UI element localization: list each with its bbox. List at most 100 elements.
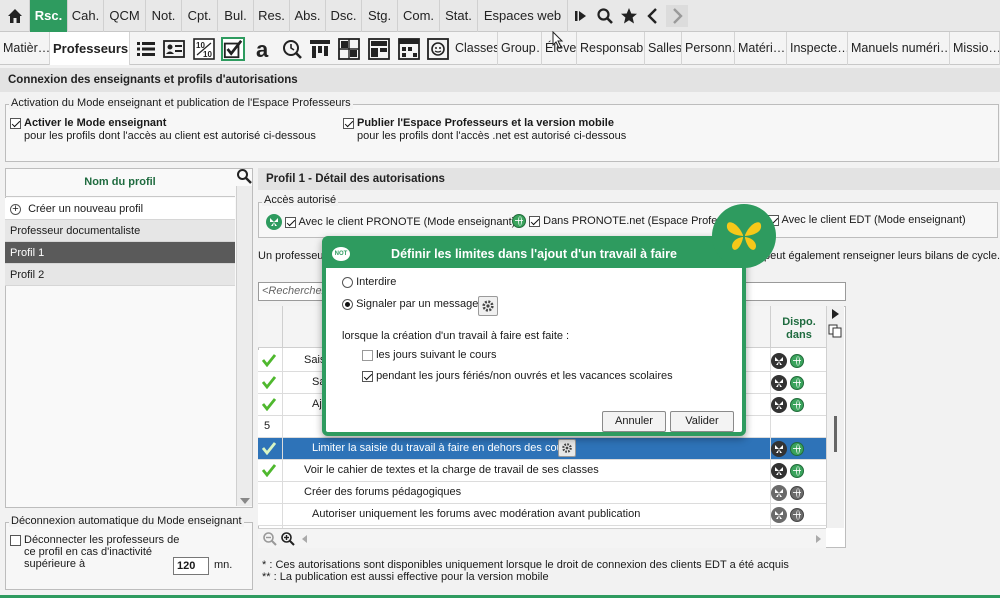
signal-radio[interactable] — [342, 298, 353, 310]
scroll-thumb[interactable] — [834, 416, 837, 452]
tab-salles[interactable]: Salles — [645, 32, 682, 65]
column-divider — [770, 348, 771, 528]
signal-option[interactable]: Signaler par un message — [342, 298, 478, 310]
holidays-checkbox[interactable] — [362, 370, 373, 382]
info-text-left: Un professeur — [258, 250, 328, 262]
tab-inspecteurs[interactable]: Inspecte… — [787, 32, 848, 65]
clock-search-icon[interactable] — [280, 37, 304, 61]
publish-space-checkbox[interactable] — [343, 118, 354, 129]
tab-materiels[interactable]: Matéri… — [735, 32, 787, 65]
dispo-cell — [771, 396, 813, 414]
svg-text:a: a — [256, 38, 269, 60]
tab-manuels-numeriques[interactable]: Manuels numéri… — [848, 32, 950, 65]
tab-personnels[interactable]: Personn… — [682, 32, 735, 65]
forbid-radio[interactable] — [342, 276, 353, 288]
profile-list-scrollbar[interactable] — [236, 186, 252, 506]
tab-missions[interactable]: Missio… — [950, 32, 1000, 65]
tab-matieres[interactable]: Matièr… — [0, 32, 50, 65]
forward-arrow-icon[interactable] — [666, 5, 688, 27]
holidays-option[interactable]: pendant les jours fériés/non ouvrés et l… — [362, 370, 673, 382]
scroll-left-icon[interactable] — [302, 535, 307, 543]
table-row[interactable]: Autoriser uniquement les forums avec mod… — [258, 504, 826, 526]
create-profile-item[interactable]: + Créer un nouveau profil — [5, 198, 235, 220]
menu-not[interactable]: Not. — [146, 0, 182, 32]
checkmark-icon[interactable] — [262, 397, 276, 411]
checkmark-icon[interactable] — [262, 463, 276, 477]
pronote-net-checkbox[interactable] — [529, 215, 541, 227]
validate-button[interactable]: Valider — [670, 411, 734, 432]
next-days-checkbox[interactable] — [362, 349, 373, 361]
cancel-button[interactable]: Annuler — [602, 411, 666, 432]
tab-professeurs[interactable]: Professeurs — [50, 32, 130, 65]
pronote-client-label: Avec le client PRONOTE (Mode enseignant) — [298, 215, 516, 228]
checkmark-icon[interactable] — [262, 441, 276, 455]
checkmark-icon[interactable] — [262, 353, 276, 367]
expand-arrow-icon[interactable] — [830, 308, 840, 323]
id-card-icon[interactable] — [162, 37, 186, 61]
disconnect-line3: supérieure à — [24, 558, 86, 570]
scroll-right-icon[interactable] — [816, 535, 821, 543]
disconnect-checkbox[interactable] — [10, 535, 21, 546]
table-row[interactable]: Limiter la saisie du travail à faire en … — [258, 438, 826, 460]
calendar-grid-icon[interactable] — [397, 37, 421, 61]
search-icon[interactable] — [594, 5, 616, 27]
gear-icon — [562, 443, 572, 453]
skip-icon[interactable] — [570, 5, 592, 27]
list-icon[interactable] — [134, 37, 158, 61]
row-label: Aj — [312, 398, 322, 410]
profile-item[interactable]: Professeur documentaliste — [5, 220, 235, 242]
table-row[interactable]: Créer des forums pédagogiques — [258, 482, 826, 504]
pronote-net-label: Dans PRONOTE.net (Espace Professe — [543, 214, 735, 227]
grid-icon[interactable] — [337, 37, 361, 61]
menu-dsc[interactable]: Dsc. — [326, 0, 362, 32]
letter-a-icon[interactable]: a — [252, 37, 276, 61]
globe-icon — [790, 398, 804, 412]
inactivity-minutes-input[interactable]: 120 — [173, 557, 209, 575]
menu-bul[interactable]: Bul. — [218, 0, 254, 32]
back-arrow-icon[interactable] — [642, 5, 664, 27]
row-settings-button[interactable] — [558, 439, 576, 457]
menu-com[interactable]: Com. — [398, 0, 440, 32]
menu-cpt[interactable]: Cpt. — [182, 0, 218, 32]
zoom-in-icon[interactable] — [280, 531, 296, 550]
message-settings-button[interactable] — [478, 296, 498, 316]
tab-groupes[interactable]: Group… — [498, 32, 542, 65]
publish-space-label: Publier l'Espace Professeurs et la versi… — [357, 117, 614, 129]
page-title: Connexion des enseignants et profils d'a… — [0, 68, 1000, 92]
tab-classes[interactable]: Classes — [452, 32, 498, 65]
tab-responsables[interactable]: Responsab… — [577, 32, 645, 65]
pronote-net-access: Dans PRONOTE.net (Espace Professe — [512, 214, 734, 228]
not-badge-icon: NOT — [332, 247, 350, 261]
pronote-client-checkbox[interactable] — [285, 216, 297, 228]
menu-stat[interactable]: Stat. — [440, 0, 478, 32]
next-days-label: les jours suivant le cours — [376, 349, 497, 361]
zoom-out-icon[interactable] — [262, 531, 278, 550]
star-icon[interactable] — [618, 5, 640, 27]
menu-stg[interactable]: Stg. — [362, 0, 398, 32]
activate-teacher-mode-checkbox[interactable] — [10, 118, 21, 129]
profile-item[interactable]: Profil 2 — [5, 264, 235, 286]
home-button[interactable] — [0, 0, 30, 32]
menu-cah[interactable]: Cah. — [68, 0, 104, 32]
hierarchy-icon[interactable] — [308, 37, 332, 61]
menu-rsc[interactable]: Rsc. — [30, 0, 68, 32]
menu-espaces-web[interactable]: Espaces web — [478, 0, 568, 32]
dispo-cell — [771, 440, 813, 458]
limits-dialog: Définir les limites dans l'ajout d'un tr… — [322, 236, 746, 436]
forbid-option[interactable]: Interdire — [342, 276, 396, 288]
profile-item-selected[interactable]: Profil 1 — [5, 242, 235, 264]
face-icon[interactable] — [426, 37, 450, 61]
window-grid-icon[interactable] — [367, 37, 391, 61]
next-days-option[interactable]: les jours suivant le cours — [362, 349, 497, 361]
check-square-icon[interactable] — [221, 37, 245, 61]
menu-qcm[interactable]: QCM — [104, 0, 146, 32]
grade-icon[interactable]: 10 10 — [192, 37, 216, 61]
scroll-down-icon[interactable] — [240, 498, 250, 504]
copy-icon[interactable] — [828, 324, 842, 341]
table-row[interactable]: Voir le cahier de textes et la charge de… — [258, 460, 826, 482]
menu-abs[interactable]: Abs. — [290, 0, 326, 32]
menu-res[interactable]: Res. — [254, 0, 290, 32]
profile-search-icon[interactable] — [236, 168, 252, 186]
checkmark-icon[interactable] — [262, 375, 276, 389]
row-number: 5 — [264, 420, 271, 432]
